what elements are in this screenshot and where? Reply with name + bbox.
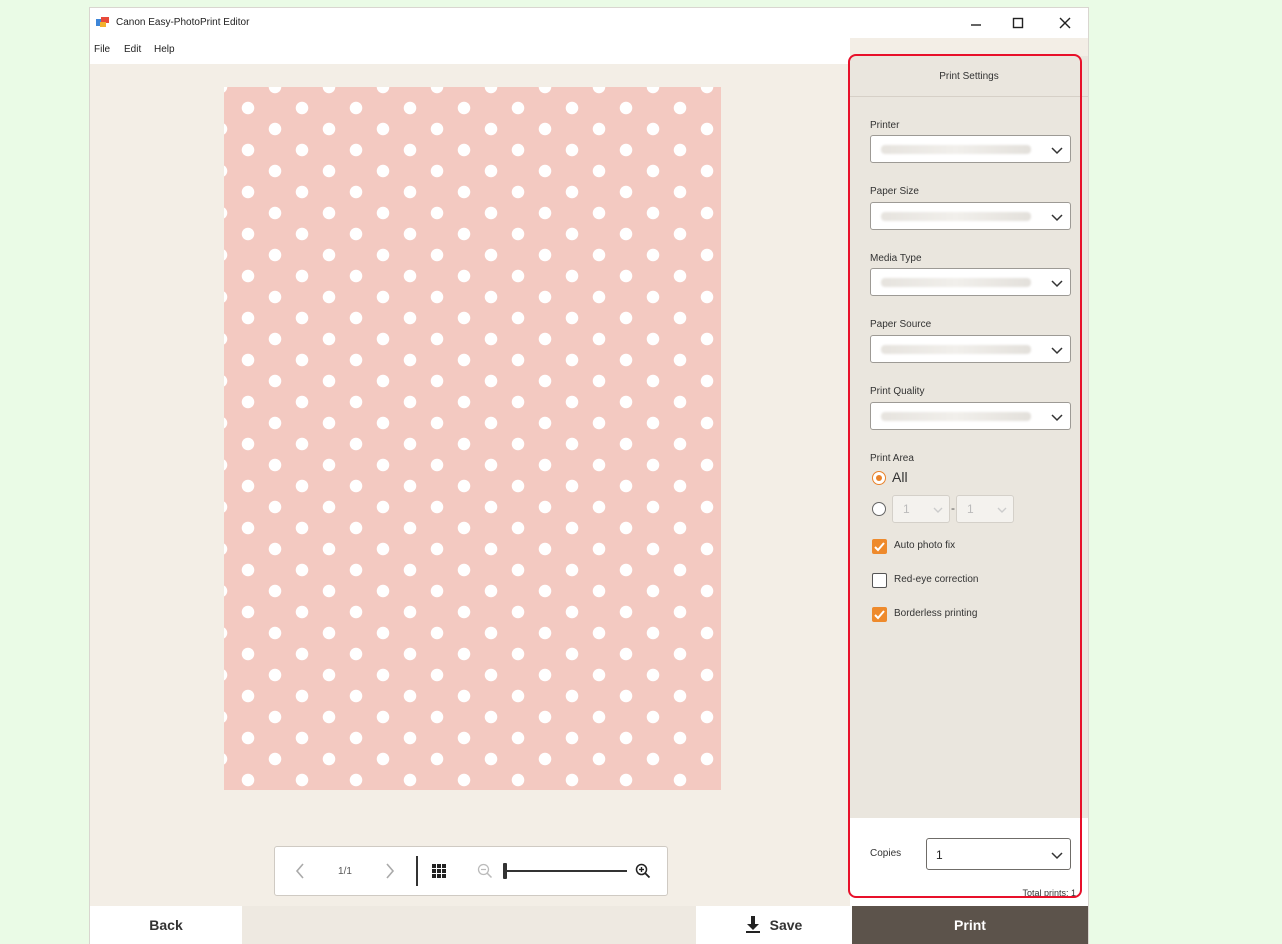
zoom-in-button[interactable] (633, 861, 653, 881)
menu-help[interactable]: Help (154, 44, 175, 55)
close-button[interactable] (1051, 12, 1079, 34)
zoom-slider-thumb[interactable] (503, 863, 507, 879)
bottom-action-bar: Back Save Print (90, 906, 1088, 944)
app-logo-icon (96, 17, 109, 27)
zoom-out-icon (477, 863, 493, 879)
print-preview-page (224, 87, 721, 790)
print-button[interactable]: Print (852, 906, 1088, 944)
zoom-out-button[interactable] (475, 861, 495, 881)
minimize-button[interactable] (962, 12, 990, 34)
back-button-label: Back (149, 917, 183, 933)
nav-divider (416, 856, 418, 886)
preview-area: 1/1 (90, 64, 850, 906)
thumbnail-grid-button[interactable] (429, 861, 449, 881)
maximize-icon (1012, 17, 1024, 29)
title-bar: Canon Easy-PhotoPrint Editor (90, 8, 1088, 38)
next-page-button[interactable] (379, 859, 401, 883)
app-title: Canon Easy-PhotoPrint Editor (116, 17, 250, 28)
print-settings-highlight-box (848, 54, 1082, 898)
menu-edit[interactable]: Edit (124, 44, 141, 55)
menu-bar: File Edit Help (90, 38, 850, 64)
chevron-left-icon (295, 863, 304, 879)
close-icon (1059, 17, 1071, 29)
minimize-icon (971, 24, 981, 26)
download-icon (745, 916, 760, 933)
zoom-slider[interactable] (503, 863, 627, 879)
preview-navigation-bar: 1/1 (274, 846, 668, 896)
maximize-button[interactable] (1004, 12, 1032, 34)
page-indicator: 1/1 (338, 865, 352, 877)
save-button-label: Save (769, 917, 803, 933)
menu-file[interactable]: File (94, 44, 110, 55)
chevron-right-icon (386, 863, 395, 879)
grid-icon (432, 864, 446, 878)
save-button[interactable]: Save (696, 906, 852, 944)
zoom-in-icon (635, 863, 651, 879)
previous-page-button[interactable] (289, 859, 311, 883)
back-button[interactable]: Back (90, 906, 242, 944)
zoom-slider-track (503, 870, 627, 872)
print-button-label: Print (954, 917, 986, 933)
